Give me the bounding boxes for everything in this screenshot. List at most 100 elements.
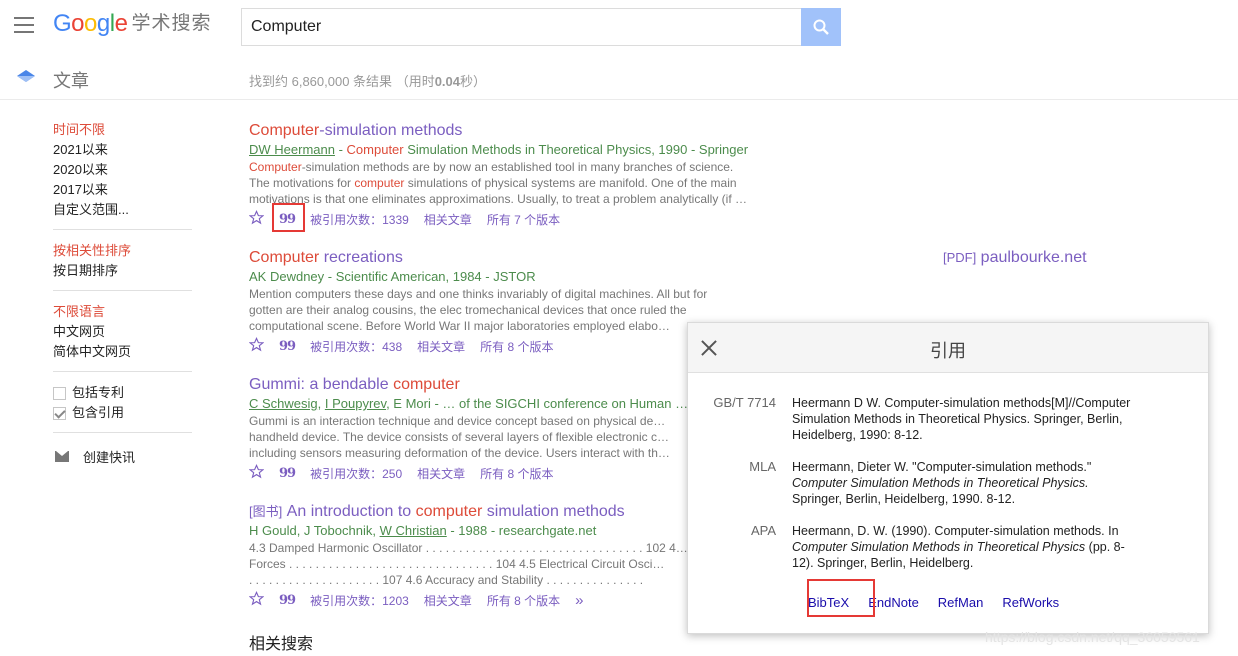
all-versions-link[interactable]: 所有 8 个版本: [480, 338, 553, 356]
cite-quote-icon[interactable]: 99: [279, 465, 296, 483]
meta-text: - 1988 - researchgate.net: [446, 523, 597, 538]
divider: [53, 432, 192, 433]
filter-any-time[interactable]: 时间不限: [53, 120, 193, 140]
star-icon: [248, 337, 265, 352]
filter-custom-range[interactable]: 自定义范围...: [53, 200, 193, 220]
cited-by-link[interactable]: 被引用次数：1339: [310, 211, 409, 229]
title-text: simulation methods: [482, 503, 625, 520]
logo-letter: G: [53, 10, 72, 37]
save-star-button[interactable]: [248, 464, 265, 484]
result-actions: 99 被引用次数：1339 相关文章 所有 7 个版本: [248, 210, 794, 230]
filter-since-2020[interactable]: 2020以来: [53, 160, 193, 180]
highlight-box-cite: [272, 203, 305, 232]
cite-text[interactable]: Heermann, Dieter W. "Computer-simulation…: [792, 459, 1152, 507]
snippet-line: Mention computers these days and one thi…: [249, 287, 708, 301]
star-icon: [248, 210, 265, 225]
result-title-link[interactable]: Computer-simulation methods: [249, 121, 794, 141]
snippet-line: gotten are their analog cousins, the ele…: [249, 303, 687, 317]
checkbox-box-checked: [53, 406, 66, 420]
lang-chinese-pages[interactable]: 中文网页: [53, 322, 193, 342]
create-alert-button[interactable]: 创建快讯: [53, 447, 193, 466]
title-highlight: Computer: [249, 122, 320, 139]
pdf-link[interactable]: [PDF] paulbourke.net: [943, 249, 1087, 267]
book-tag: [图书]: [249, 504, 283, 519]
sort-by-date[interactable]: 按日期排序: [53, 261, 193, 281]
title-text: -simulation methods: [319, 122, 463, 139]
save-star-button[interactable]: [248, 337, 265, 357]
refman-link[interactable]: RefMan: [938, 595, 984, 610]
title-text: Gummi: a bendable: [249, 376, 394, 393]
more-options-icon[interactable]: »: [575, 592, 583, 610]
highlight-box-bibtex: [807, 579, 875, 617]
title-text: An introduction to: [282, 503, 416, 520]
author-link[interactable]: C Schwesig: [249, 396, 318, 411]
all-versions-link[interactable]: 所有 8 个版本: [487, 592, 560, 610]
cited-by-link[interactable]: 被引用次数：1203: [310, 592, 409, 610]
cited-by-link[interactable]: 被引用次数：438: [310, 338, 402, 356]
title-text: recreations: [319, 249, 403, 266]
related-articles-link[interactable]: 相关文章: [424, 211, 472, 229]
cite-text[interactable]: Heermann, D. W. (1990). Computer-simulat…: [792, 523, 1152, 571]
cite-line: Simulation Methods in Theoretical Physic…: [792, 412, 1123, 426]
result-title-link[interactable]: Computer recreations: [249, 248, 794, 268]
related-articles-link[interactable]: 相关文章: [424, 592, 472, 610]
cite-italic: Computer Simulation Methods in Theoretic…: [792, 540, 1086, 554]
related-articles-link[interactable]: 相关文章: [417, 465, 465, 483]
all-versions-link[interactable]: 所有 8 个版本: [480, 465, 553, 483]
snippet-line: Computer-simulation methods are by now a…: [249, 159, 794, 175]
sort-by-relevance[interactable]: 按相关性排序: [53, 241, 193, 261]
pdf-tag: [PDF]: [943, 250, 977, 265]
refworks-link[interactable]: RefWorks: [1002, 595, 1059, 610]
sidebar: 时间不限 2021以来 2020以来 2017以来 自定义范围... 按相关性排…: [53, 120, 193, 466]
meta-sep: -: [334, 142, 347, 157]
snippet-text: The motivations for: [249, 176, 355, 190]
graduation-cap-icon: [17, 70, 35, 82]
save-star-button[interactable]: [248, 210, 265, 230]
author-link[interactable]: W Christian: [380, 523, 447, 538]
cite-line: Heermann D W. Computer-simulation method…: [792, 396, 1131, 410]
star-icon: [248, 591, 265, 606]
include-patents-checkbox[interactable]: 包括专利: [53, 383, 193, 403]
search-icon: [813, 19, 829, 35]
result-count: 找到约 6,860,000 条结果: [249, 74, 393, 89]
articles-label: 文章: [53, 71, 89, 91]
include-citations-checkbox[interactable]: 包含引用: [53, 403, 193, 423]
mail-icon: [55, 451, 69, 462]
search-input[interactable]: [241, 8, 802, 46]
google-scholar-logo[interactable]: Google 学术搜索: [53, 10, 211, 38]
cite-row-apa: APA Heermann, D. W. (1990). Computer-sim…: [688, 523, 1208, 571]
result-snippet: Computer-simulation methods are by now a…: [249, 159, 794, 207]
checkbox-box: [53, 386, 66, 400]
author-link[interactable]: DW Heermann: [249, 142, 335, 157]
time-prefix: （用时: [395, 74, 435, 89]
cite-row-mla: MLA Heermann, Dieter W. "Computer-simula…: [688, 459, 1208, 507]
logo-letter: g: [96, 10, 110, 37]
snippet-line: The motivations for computer simulations…: [249, 175, 794, 191]
logo-letter: o: [71, 10, 85, 37]
search-button[interactable]: [801, 8, 841, 46]
cited-by-link[interactable]: 被引用次数：250: [310, 465, 402, 483]
cite-line: 12). Springer, Berlin, Heidelberg.: [792, 556, 974, 570]
meta-highlight: Computer: [346, 142, 404, 157]
lang-simplified-chinese-pages[interactable]: 简体中文网页: [53, 342, 193, 362]
endnote-link[interactable]: EndNote: [868, 595, 919, 610]
filter-since-2017[interactable]: 2017以来: [53, 180, 193, 200]
result-stats: 找到约 6,860,000 条结果 （用时0.04秒）: [249, 71, 486, 90]
filter-since-2021[interactable]: 2021以来: [53, 140, 193, 160]
cite-format-label: APA: [750, 523, 776, 538]
lang-any[interactable]: 不限语言: [53, 302, 193, 322]
include-citations-label: 包含引用: [72, 405, 125, 420]
related-articles-link[interactable]: 相关文章: [417, 338, 465, 356]
save-star-button[interactable]: [248, 591, 265, 611]
snippet-line: motivations is that one eliminates appro…: [249, 192, 747, 206]
hamburger-menu-icon[interactable]: [14, 17, 34, 33]
result-meta: AK Dewdney - Scientific American, 1984 -…: [249, 269, 536, 284]
cite-text[interactable]: Heermann D W. Computer-simulation method…: [792, 395, 1152, 443]
cite-quote-icon[interactable]: 99: [279, 592, 296, 610]
title-highlight: Computer: [249, 249, 320, 266]
cite-quote-icon[interactable]: 99: [279, 338, 296, 356]
meta-text: H Gould, J Tobochnik,: [249, 523, 380, 538]
cite-line: Springer, Berlin, Heidelberg, 1990. 8-12…: [792, 492, 1016, 506]
all-versions-link[interactable]: 所有 7 个版本: [487, 211, 560, 229]
author-link[interactable]: I Poupyrev: [325, 396, 386, 411]
